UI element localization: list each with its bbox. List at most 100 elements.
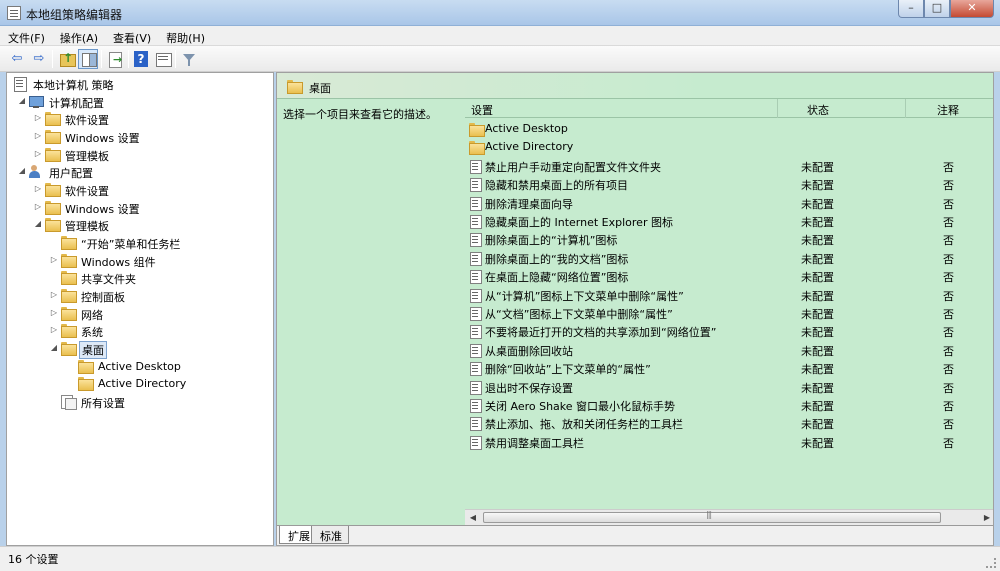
table-row[interactable]: 从“计算机”图标上下文菜单中删除“属性” 未配置 否 xyxy=(465,286,993,304)
tree-item-label: 网络 xyxy=(81,309,103,322)
menu-help[interactable]: 帮助(H) xyxy=(158,26,212,46)
minimize-button[interactable]: – xyxy=(898,0,924,18)
policy-setting-icon xyxy=(469,380,483,395)
table-row[interactable]: 删除桌面上的“我的文档”图标 未配置 否 xyxy=(465,249,993,267)
scrollbar-thumb[interactable] xyxy=(483,510,941,523)
title-bar: 本地组策略编辑器 – □ ✕ xyxy=(0,0,1000,26)
properties-icon[interactable] xyxy=(154,50,172,68)
scroll-left-arrow-icon[interactable]: ◀ xyxy=(465,510,481,525)
list-header: 设置 状态 注释 xyxy=(465,99,993,118)
setting-name: 从桌面删除回收站 xyxy=(485,344,573,358)
list-item-folder[interactable]: Active Directory xyxy=(465,138,993,156)
details-header: 桌面 xyxy=(277,73,993,99)
folder-icon xyxy=(45,218,61,232)
folder-icon xyxy=(78,360,94,374)
table-row[interactable]: 隐藏和禁用桌面上的所有项目 未配置 否 xyxy=(465,175,993,193)
policy-setting-icon xyxy=(469,417,483,432)
collapsed-arrow-icon[interactable]: ▷ xyxy=(33,202,43,211)
setting-state: 未配置 xyxy=(801,381,834,395)
menu-action[interactable]: 操作(A) xyxy=(52,26,105,46)
column-divider[interactable] xyxy=(905,99,906,118)
back-arrow-icon[interactable]: ⇦ xyxy=(8,50,26,68)
table-row[interactable]: 关闭 Aero Shake 窗口最小化鼠标手势 未配置 否 xyxy=(465,396,993,414)
setting-name: 禁止添加、拖、放和关闭任务栏的工具栏 xyxy=(485,418,683,432)
menu-bar: 文件(F) 操作(A) 查看(V) 帮助(H) xyxy=(0,26,1000,46)
column-header-state[interactable]: 状态 xyxy=(807,102,829,118)
show-hide-tree-icon[interactable] xyxy=(78,49,98,69)
settings-list: 设置 状态 注释 Active Desktop Active Directory 禁… xyxy=(465,99,993,511)
setting-note: 否 xyxy=(943,271,954,285)
column-header-setting[interactable]: 设置 xyxy=(471,102,493,118)
table-row[interactable]: 从桌面删除回收站 未配置 否 xyxy=(465,341,993,359)
collapsed-arrow-icon[interactable]: ▷ xyxy=(49,308,59,317)
table-row[interactable]: 删除桌面上的“计算机”图标 未配置 否 xyxy=(465,230,993,248)
expanded-arrow-icon[interactable]: ◢ xyxy=(17,166,27,175)
up-folder-icon[interactable] xyxy=(58,49,76,68)
setting-name: 退出时不保存设置 xyxy=(485,381,573,395)
maximize-button[interactable]: □ xyxy=(924,0,950,18)
folder-icon xyxy=(61,271,77,285)
table-row[interactable]: 隐藏桌面上的 Internet Explorer 图标 未配置 否 xyxy=(465,212,993,230)
help-icon[interactable]: ? xyxy=(134,51,148,67)
folder-icon xyxy=(45,130,61,144)
navigation-tree: 本地计算机 策略 ◢ 计算机配置 ▷ 软件设置 ▷ Windows 设置 ▷ 管… xyxy=(6,72,274,546)
setting-note: 否 xyxy=(943,216,954,229)
policy-setting-icon xyxy=(469,196,483,211)
collapsed-arrow-icon[interactable]: ▷ xyxy=(33,149,43,158)
collapsed-arrow-icon[interactable]: ▷ xyxy=(49,255,59,264)
expanded-arrow-icon[interactable]: ◢ xyxy=(33,219,43,228)
setting-note: 否 xyxy=(943,363,954,377)
column-divider[interactable] xyxy=(777,99,778,118)
expanded-arrow-icon[interactable]: ◢ xyxy=(17,96,27,105)
setting-state: 未配置 xyxy=(801,418,834,432)
forward-arrow-icon[interactable]: ⇨ xyxy=(30,50,48,68)
table-row[interactable]: 禁止添加、拖、放和关闭任务栏的工具栏 未配置 否 xyxy=(465,414,993,432)
tree-item-label: Windows 组件 xyxy=(81,256,156,269)
table-row[interactable]: 从“文档”图标上下文菜单中删除“属性” 未配置 否 xyxy=(465,304,993,322)
setting-name: 隐藏和禁用桌面上的所有项目 xyxy=(485,179,628,193)
collapsed-arrow-icon[interactable]: ▷ xyxy=(49,290,59,299)
collapsed-arrow-icon[interactable]: ▷ xyxy=(33,113,43,122)
policy-root-icon xyxy=(13,77,27,92)
setting-state: 未配置 xyxy=(801,308,834,321)
export-list-icon[interactable] xyxy=(106,50,124,69)
collapsed-arrow-icon[interactable]: ▷ xyxy=(33,184,43,193)
window-title: 本地组策略编辑器 xyxy=(26,8,123,22)
setting-note: 否 xyxy=(943,252,954,266)
table-row[interactable]: 在桌面上隐藏“网络位置”图标 未配置 否 xyxy=(465,267,993,285)
policy-setting-icon xyxy=(469,343,483,358)
setting-name: 删除清理桌面向导 xyxy=(485,197,573,211)
resize-grip-icon[interactable] xyxy=(986,558,996,568)
setting-note: 否 xyxy=(943,234,954,248)
folder-icon xyxy=(45,201,61,215)
table-row[interactable]: 禁止用户手动重定向配置文件文件夹 未配置 否 xyxy=(465,157,993,175)
tab-standard[interactable]: 标准 xyxy=(311,526,349,544)
tree-item-label: Windows 设置 xyxy=(65,132,140,145)
menu-view[interactable]: 查看(V) xyxy=(105,26,158,46)
tree-item-label: 共享文件夹 xyxy=(81,273,136,286)
table-row[interactable]: 退出时不保存设置 未配置 否 xyxy=(465,378,993,396)
table-row[interactable]: 删除“回收站”上下文菜单的“属性” 未配置 否 xyxy=(465,359,993,377)
setting-note: 否 xyxy=(943,381,954,395)
table-row[interactable]: 禁用调整桌面工具栏 未配置 否 xyxy=(465,433,993,451)
setting-state: 未配置 xyxy=(801,363,834,377)
expanded-arrow-icon[interactable]: ◢ xyxy=(49,343,59,352)
tree-item-label: 所有设置 xyxy=(81,397,125,410)
setting-state: 未配置 xyxy=(801,436,834,450)
close-button[interactable]: ✕ xyxy=(950,0,994,18)
table-row[interactable]: 不要将最近打开的文档的共享添加到“网络位置” 未配置 否 xyxy=(465,322,993,340)
table-row[interactable]: 删除清理桌面向导 未配置 否 xyxy=(465,194,993,212)
horizontal-scrollbar[interactable]: ◀ ▶ xyxy=(465,509,993,525)
policy-setting-icon xyxy=(469,435,483,450)
setting-state: 未配置 xyxy=(801,179,834,193)
collapsed-arrow-icon[interactable]: ▷ xyxy=(49,325,59,334)
column-header-note[interactable]: 注释 xyxy=(937,102,959,118)
menu-file[interactable]: 文件(F) xyxy=(0,26,52,46)
folder-icon xyxy=(45,112,61,126)
details-pane: 桌面 选择一个项目来查看它的描述。 设置 状态 注释 Active Deskto… xyxy=(276,72,994,546)
tree-item-label: 计算机配置 xyxy=(49,97,104,110)
list-item-folder[interactable]: Active Desktop xyxy=(465,120,993,138)
filter-icon[interactable] xyxy=(180,50,198,68)
collapsed-arrow-icon[interactable]: ▷ xyxy=(33,131,43,140)
scroll-right-arrow-icon[interactable]: ▶ xyxy=(979,510,993,525)
